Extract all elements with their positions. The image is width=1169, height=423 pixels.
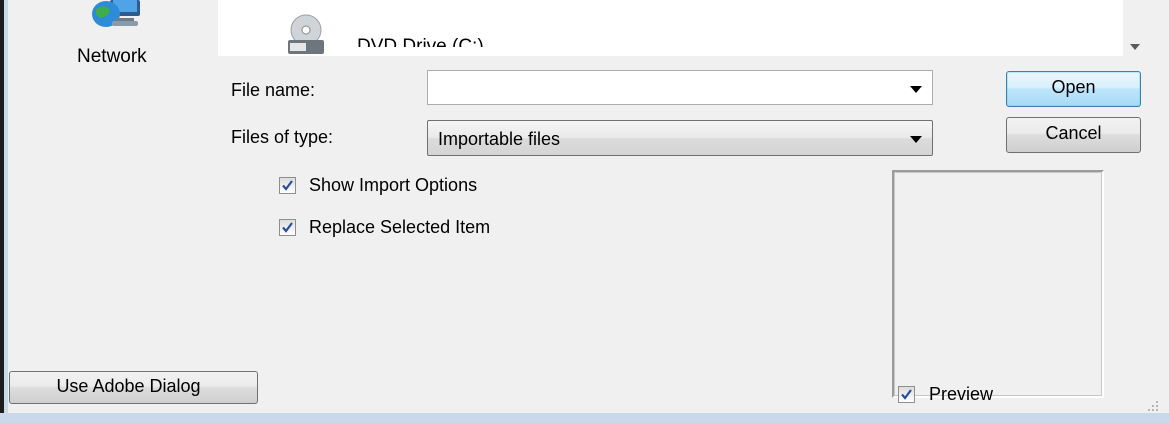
window-frame-inner bbox=[4, 0, 8, 423]
scroll-down-icon[interactable] bbox=[1130, 34, 1140, 50]
resize-grip-icon[interactable] bbox=[1147, 396, 1159, 411]
files-of-type-value: Importable files bbox=[438, 129, 561, 149]
chevron-down-icon[interactable] bbox=[910, 86, 922, 93]
network-globe-icon[interactable] bbox=[92, 0, 152, 32]
window-frame-left bbox=[0, 0, 4, 423]
use-adobe-dialog-button[interactable]: Use Adobe Dialog bbox=[9, 371, 258, 404]
files-of-type-select[interactable]: Importable files bbox=[427, 120, 933, 156]
file-name-input[interactable] bbox=[432, 75, 896, 101]
chevron-down-icon[interactable] bbox=[910, 136, 922, 143]
show-import-options-label[interactable]: Show Import Options bbox=[309, 175, 477, 196]
replace-selected-item-label[interactable]: Replace Selected Item bbox=[309, 217, 490, 238]
cancel-button[interactable]: Cancel bbox=[1006, 117, 1141, 153]
file-list-scrollbar[interactable] bbox=[1123, 0, 1158, 56]
preview-label[interactable]: Preview bbox=[929, 384, 993, 405]
file-name-label: File name: bbox=[231, 80, 316, 100]
open-button[interactable]: Open bbox=[1006, 71, 1141, 107]
file-name-combobox[interactable] bbox=[427, 70, 933, 105]
replace-selected-item-checkbox[interactable] bbox=[279, 219, 296, 236]
dvd-drive-icon[interactable] bbox=[286, 14, 326, 54]
show-import-options-checkbox[interactable] bbox=[279, 177, 296, 194]
preview-pane-inner bbox=[894, 172, 1102, 396]
file-list[interactable] bbox=[218, 0, 1123, 56]
files-of-type-label: Files of type: bbox=[231, 127, 334, 147]
preview-checkbox[interactable] bbox=[898, 386, 915, 403]
sidebar-item-network[interactable]: Network bbox=[77, 46, 147, 68]
window-frame-bottom bbox=[0, 413, 1169, 423]
